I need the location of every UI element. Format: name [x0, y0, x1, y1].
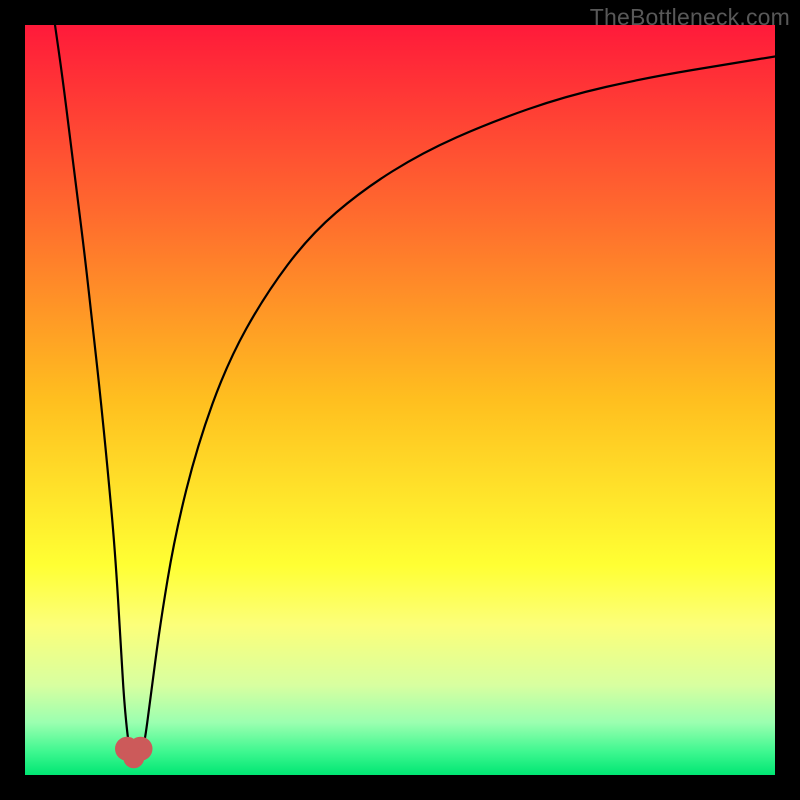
chart-background	[25, 25, 775, 775]
chart-frame: TheBottleneck.com	[0, 0, 800, 800]
plot-area	[25, 25, 775, 775]
chart-svg	[25, 25, 775, 775]
watermark-text: TheBottleneck.com	[590, 4, 790, 31]
marker-min-mid	[123, 747, 144, 768]
